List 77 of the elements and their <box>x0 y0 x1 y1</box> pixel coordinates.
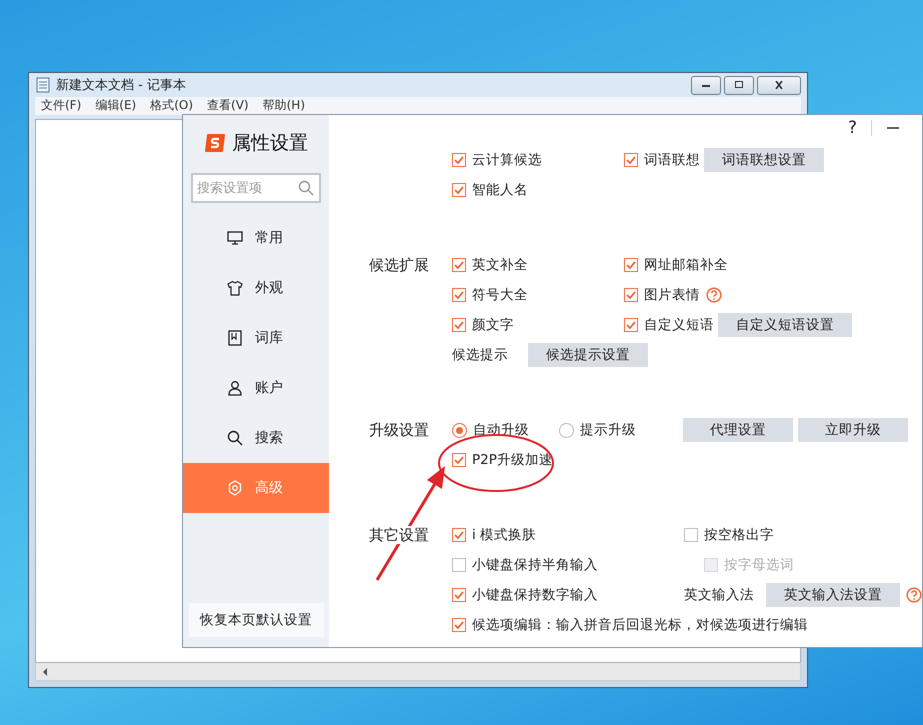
settings-button[interactable]: 词语联想设置 <box>704 148 824 172</box>
search-field[interactable]: 搜索设置项 <box>191 173 321 203</box>
nav-item[interactable]: 搜索 <box>183 413 329 463</box>
checkbox[interactable] <box>452 588 466 602</box>
minimize-button[interactable] <box>691 76 721 94</box>
reset-button[interactable]: 恢复本页默认设置 <box>188 603 324 637</box>
checkbox-label: 按字母选词 <box>724 556 794 574</box>
checkbox[interactable] <box>452 288 466 302</box>
checkbox-label: 颜文字 <box>472 316 514 334</box>
radio-button[interactable] <box>452 422 467 438</box>
search-icon[interactable] <box>298 180 314 196</box>
checkbox[interactable] <box>624 318 638 332</box>
checkbox[interactable] <box>452 183 466 197</box>
search-icon <box>227 430 243 446</box>
maximize-icon[interactable] <box>733 81 745 89</box>
checkbox-label: 云计算候选 <box>472 151 542 169</box>
nav-item[interactable]: 外观 <box>183 263 329 313</box>
checkbox-label: 符号大全 <box>472 286 528 304</box>
checkbox[interactable] <box>452 618 466 632</box>
settings-button[interactable]: 英文输入法设置 <box>766 583 900 607</box>
checkbox-label: 英文补全 <box>472 256 528 274</box>
checkbox-label: 词语联想 <box>644 151 700 169</box>
nav-item[interactable]: 常用 <box>183 213 329 263</box>
monitor-icon <box>227 230 243 246</box>
checkbox-label: 候选项编辑：输入拼音后回退光标，对候选项进行编辑 <box>472 616 808 634</box>
radio-button[interactable] <box>559 422 574 438</box>
checkbox-label: 小键盘保持数字输入 <box>472 586 598 604</box>
radio-label: 提示升级 <box>580 421 636 439</box>
settings-button[interactable]: 代理设置 <box>683 418 793 442</box>
checkbox[interactable] <box>452 258 466 272</box>
checkbox-label: 自定义短语 <box>644 316 714 334</box>
person-icon <box>227 380 243 396</box>
checkbox-label: P2P升级加速 <box>472 451 553 469</box>
shirt-icon <box>227 280 243 296</box>
app-title: 属性设置 <box>232 131 308 156</box>
checkbox[interactable] <box>624 288 638 302</box>
checkbox-label: 按空格出字 <box>704 526 774 544</box>
menu-item[interactable]: 查看(V) <box>207 97 249 114</box>
section-title: 其它设置 <box>369 526 429 544</box>
menu-item[interactable]: 文件(F) <box>41 97 82 114</box>
menu-item[interactable]: 帮助(H) <box>262 97 305 114</box>
section-title: 候选扩展 <box>369 256 429 274</box>
logo-icon <box>204 133 226 153</box>
help-button[interactable]: ? <box>848 118 857 138</box>
checkbox[interactable] <box>624 258 638 272</box>
settings-button[interactable]: 候选提示设置 <box>528 343 648 367</box>
checkbox-label: 图片表情 <box>644 286 700 304</box>
checkbox-label: 小键盘保持半角输入 <box>472 556 598 574</box>
checkbox[interactable] <box>452 453 466 467</box>
checkbox-label: i 模式换肤 <box>472 526 536 544</box>
checkbox[interactable] <box>452 153 466 167</box>
settings-button[interactable]: 自定义短语设置 <box>718 313 852 337</box>
option-label: 英文输入法 <box>684 586 754 604</box>
notepad-icon <box>35 77 51 93</box>
nav-item[interactable]: 账户 <box>183 363 329 413</box>
help-icon[interactable] <box>706 287 722 303</box>
menu-item[interactable]: 格式(O) <box>150 97 194 114</box>
checkbox[interactable] <box>624 153 638 167</box>
nav-item[interactable]: 词库 <box>183 313 329 363</box>
book-icon <box>227 330 243 346</box>
maximize-button[interactable] <box>724 76 754 94</box>
horizontal-scrollbar[interactable] <box>35 663 801 681</box>
settings-button[interactable]: 立即升级 <box>798 418 908 442</box>
checkbox[interactable] <box>684 528 698 542</box>
help-icon[interactable] <box>906 587 922 603</box>
settings-icon <box>227 480 243 496</box>
option-label: 候选提示 <box>452 346 508 364</box>
checkbox[interactable] <box>452 558 466 572</box>
section-title: 升级设置 <box>369 421 429 439</box>
checkbox[interactable] <box>452 318 466 332</box>
menu-item[interactable]: 编辑(E) <box>95 97 136 114</box>
window-title: 新建文本文档 - 记事本 <box>56 77 186 94</box>
close-button[interactable] <box>757 76 801 94</box>
checkbox[interactable] <box>452 528 466 542</box>
close-icon[interactable] <box>773 81 785 89</box>
checkbox-label: 网址邮箱补全 <box>644 256 728 274</box>
checkbox-label: 智能人名 <box>472 181 528 199</box>
